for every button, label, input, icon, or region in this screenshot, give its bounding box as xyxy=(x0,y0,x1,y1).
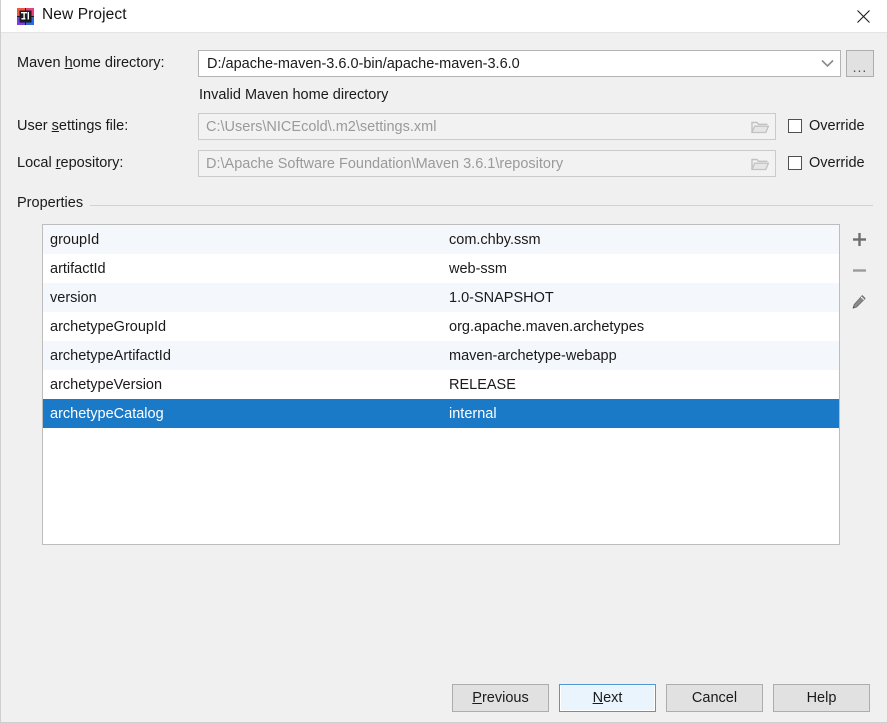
maven-home-browse-button[interactable]: ... xyxy=(846,50,874,77)
add-property-button[interactable] xyxy=(844,224,874,255)
local-repository-label-prefix: Local xyxy=(17,155,56,171)
local-repository-label-suffix: epository: xyxy=(60,155,124,171)
table-row[interactable]: archetypeCatalog internal xyxy=(43,399,839,428)
local-repository-field[interactable]: D:\Apache Software Foundation\Maven 3.6.… xyxy=(198,150,776,177)
chevron-down-icon[interactable] xyxy=(814,51,840,76)
user-settings-label-prefix: User xyxy=(17,118,52,134)
help-button-label: Help xyxy=(806,690,837,706)
property-key: artifactId xyxy=(50,260,106,277)
property-key: archetypeGroupId xyxy=(50,318,167,335)
folder-icon[interactable] xyxy=(745,151,775,176)
table-row[interactable]: archetypeArtifactId maven-archetype-webap… xyxy=(43,341,839,370)
cancel-button-label: Cancel xyxy=(691,690,738,706)
table-row[interactable]: version 1.0-SNAPSHOT xyxy=(43,283,839,312)
cancel-button[interactable]: Cancel xyxy=(666,684,763,712)
checkbox-box[interactable] xyxy=(788,119,802,133)
next-button-suffix: ext xyxy=(603,690,623,706)
property-value: 1.0-SNAPSHOT xyxy=(449,289,554,306)
user-settings-override-label: Override xyxy=(809,118,865,134)
properties-table[interactable]: groupId com.chby.ssm artifactId web-ssm vers… xyxy=(42,224,840,545)
properties-table-toolbar xyxy=(844,224,874,324)
property-key: version xyxy=(50,289,97,306)
user-settings-label-mnemonic: s xyxy=(51,118,59,134)
previous-button-suffix: revious xyxy=(481,690,529,706)
table-row[interactable]: artifactId web-ssm xyxy=(43,254,839,283)
property-key: archetypeArtifactId xyxy=(50,347,171,364)
maven-home-directory-combobox[interactable]: D:/apache-maven-3.6.0-bin/apache-maven-3… xyxy=(198,50,841,77)
new-project-dialog: New Project Maven home directory: D:/apa… xyxy=(0,0,888,723)
previous-button[interactable]: Previous xyxy=(452,684,549,712)
next-button-mnemonic: N xyxy=(592,690,604,706)
close-icon[interactable] xyxy=(840,0,887,32)
user-settings-file-label: User settings file: xyxy=(17,118,128,134)
remove-property-button[interactable] xyxy=(844,255,874,286)
next-button[interactable]: Next xyxy=(559,684,656,712)
property-value: RELEASE xyxy=(449,376,516,393)
local-repository-override-checkbox[interactable]: Override xyxy=(788,155,865,171)
maven-home-directory-value[interactable]: D:/apache-maven-3.6.0-bin/apache-maven-3… xyxy=(199,56,814,72)
checkbox-box[interactable] xyxy=(788,156,802,170)
maven-home-label-prefix: Maven xyxy=(17,55,65,71)
user-settings-override-checkbox[interactable]: Override xyxy=(788,118,865,134)
table-row[interactable]: archetypeGroupId org.apache.maven.archety… xyxy=(43,312,839,341)
property-value: com.chby.ssm xyxy=(449,231,541,248)
local-repository-override-label: Override xyxy=(809,155,865,171)
help-button[interactable]: Help xyxy=(773,684,870,712)
browse-button-label: ... xyxy=(852,59,868,75)
property-key: groupId xyxy=(50,231,100,248)
intellij-idea-logo-icon xyxy=(17,8,34,25)
user-settings-file-value: C:\Users\NICEcold\.m2\settings.xml xyxy=(206,118,437,135)
maven-home-label-mnemonic: h xyxy=(64,55,73,71)
properties-group-separator xyxy=(17,205,873,206)
maven-home-error-message: Invalid Maven home directory xyxy=(199,87,389,103)
property-key: archetypeCatalog xyxy=(50,405,164,422)
maven-home-directory-label: Maven home directory: xyxy=(17,55,165,71)
maven-home-label-suffix: ome directory: xyxy=(72,55,165,71)
window-title: New Project xyxy=(42,6,127,23)
table-row[interactable]: groupId com.chby.ssm xyxy=(43,225,839,254)
property-value: internal xyxy=(449,405,497,422)
folder-icon[interactable] xyxy=(745,114,775,139)
user-settings-label-suffix: ettings file: xyxy=(58,118,129,134)
property-key: archetypeVersion xyxy=(50,376,163,393)
property-value: maven-archetype-webapp xyxy=(449,347,617,364)
local-repository-value: D:\Apache Software Foundation\Maven 3.6.… xyxy=(206,155,564,172)
user-settings-file-field[interactable]: C:\Users\NICEcold\.m2\settings.xml xyxy=(198,113,776,140)
local-repository-label: Local repository: xyxy=(17,155,123,171)
table-row[interactable]: archetypeVersion RELEASE xyxy=(43,370,839,399)
title-bar: New Project xyxy=(1,0,887,33)
edit-property-button[interactable] xyxy=(844,286,874,317)
property-value: web-ssm xyxy=(449,260,508,277)
properties-group-title: Properties xyxy=(17,195,91,211)
previous-button-mnemonic: P xyxy=(472,690,482,706)
property-value: org.apache.maven.archetypes xyxy=(449,318,645,335)
